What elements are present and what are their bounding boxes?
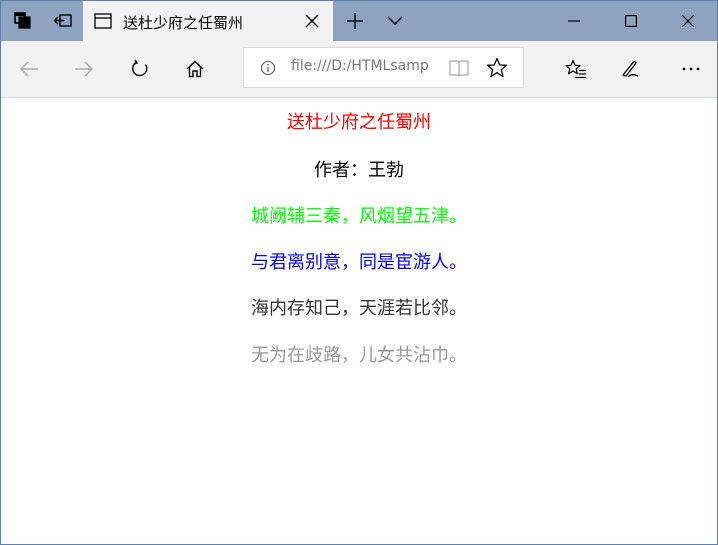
poem-line: 城阙辅三秦，风烟望五津。 (251, 206, 467, 227)
browser-window: 送杜少府之任蜀州 file:///D:/HTMLsamp 送杜少府之任蜀州 作者… (0, 0, 718, 545)
forward-button[interactable] (64, 49, 104, 89)
more-icon (682, 67, 700, 71)
poem-title: 送杜少府之任蜀州 (287, 112, 431, 133)
tab-bar: 送杜少府之任蜀州 (1, 1, 717, 41)
reading-view-button[interactable] (447, 56, 471, 80)
set-aside-tabs-button[interactable] (45, 1, 81, 41)
tab-close-button[interactable] (303, 12, 321, 30)
address-bar[interactable]: file:///D:/HTMLsamp (243, 47, 524, 88)
tab-manager-button[interactable] (5, 1, 41, 41)
favorites-hub-button[interactable] (556, 49, 596, 89)
favorite-button[interactable] (485, 56, 509, 80)
chevron-down-icon (387, 16, 403, 25)
info-icon (260, 60, 276, 76)
address-url: file:///D:/HTMLsamp (291, 58, 429, 74)
page-icon (94, 13, 112, 29)
new-tab-button[interactable] (339, 1, 371, 41)
home-icon (186, 60, 204, 78)
maximize-button[interactable] (608, 1, 654, 41)
tab-active[interactable]: 送杜少府之任蜀州 (83, 1, 333, 41)
star-icon (486, 57, 508, 78)
navigation-bar: file:///D:/HTMLsamp (1, 41, 717, 98)
tab-preview-button[interactable] (379, 1, 411, 41)
page-content: 送杜少府之任蜀州 作者：王勃 城阙辅三秦，风烟望五津。 与君离别意，同是宦游人。… (1, 98, 717, 544)
close-icon (681, 14, 695, 28)
poem-line: 与君离别意，同是宦游人。 (251, 252, 467, 273)
poem-author: 作者：王勃 (314, 160, 404, 181)
more-button[interactable] (671, 49, 711, 89)
close-icon (305, 14, 319, 28)
close-window-button[interactable] (665, 1, 711, 41)
minimize-button[interactable] (551, 1, 597, 41)
book-icon (449, 60, 469, 77)
back-button[interactable] (9, 49, 49, 89)
home-button[interactable] (175, 49, 215, 89)
refresh-icon (132, 59, 148, 77)
arrow-left-icon (20, 61, 38, 77)
plus-icon (347, 13, 363, 29)
set-aside-icon (53, 14, 72, 27)
tab-title: 送杜少府之任蜀州 (123, 14, 244, 32)
pen-icon (622, 61, 639, 78)
maximize-icon (625, 15, 637, 27)
refresh-button[interactable] (120, 49, 160, 89)
poem-line: 无为在歧路，儿女共沾巾。 (251, 345, 467, 366)
tabs-aside-icon (14, 12, 31, 29)
poem-line: 海内存知己，天涯若比邻。 (251, 298, 467, 319)
favorites-list-icon (565, 59, 586, 79)
web-note-button[interactable] (610, 49, 650, 89)
arrow-right-icon (75, 61, 93, 77)
minimize-icon (568, 20, 580, 22)
